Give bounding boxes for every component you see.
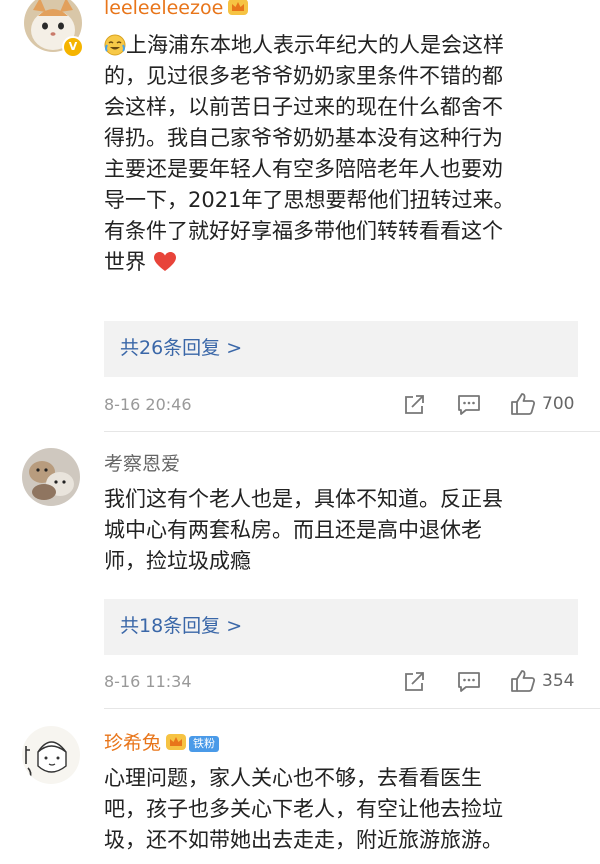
username[interactable]: 珍希兔 铁粉 <box>104 731 220 755</box>
avatar[interactable] <box>22 726 80 784</box>
comment-content: 心理问题，家人关心也不够，去看看医生 吧，孩子也多关心下老人，有空让他去捡垃 圾… <box>104 763 580 856</box>
content-line-2: 吧，孩子也多关心下老人，有空让他去捡垃 <box>104 797 503 821</box>
comment-3: 珍希兔 铁粉 心理问题，家人关心也不够，去看看医生 吧，孩子也多关心下老人，有空… <box>0 0 600 864</box>
vip-crown-icon <box>166 734 187 750</box>
cartoon-girl-avatar-image <box>22 726 80 784</box>
content-line-3: 圾，还不如带她出去走走，附近旅游旅游。 <box>104 828 503 852</box>
content-line-1: 心理问题，家人关心也不够，去看看医生 <box>104 766 482 790</box>
username-text: 珍希兔 <box>104 732 162 754</box>
fan-badge: 铁粉 <box>189 736 220 752</box>
